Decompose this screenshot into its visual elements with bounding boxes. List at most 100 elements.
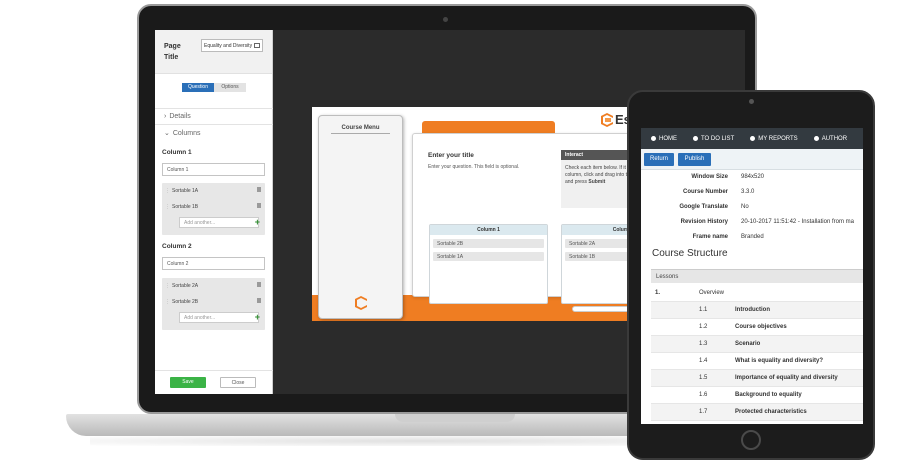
- nav-reports[interactable]: MY REPORTS: [750, 136, 798, 142]
- column-2-items: ⋮ Sortable 2A ⋮ Sortable 2B Add another.…: [162, 278, 265, 330]
- lesson-title: Overview: [699, 290, 725, 296]
- device-mockup: { "editor": { "page_title_label": "Page …: [0, 0, 911, 466]
- info-key: Frame name: [692, 234, 728, 240]
- add-item-input[interactable]: Add another...: [179, 312, 259, 323]
- info-row: Google Translate No: [641, 204, 863, 218]
- lesson-title: Protected characteristics: [735, 409, 807, 415]
- lesson-title: Background to equality: [735, 392, 802, 398]
- lesson-number: 1.2: [699, 324, 708, 330]
- info-row: Revision History 20-10-2017 11:51:42 - In…: [641, 219, 863, 233]
- brand-logo-icon: [601, 113, 613, 127]
- lesson-row[interactable]: 1.2 Course objectives: [651, 319, 863, 336]
- lesson-title: Scenario: [735, 341, 761, 347]
- lesson-row[interactable]: 1.7 Protected characteristics: [651, 404, 863, 421]
- lesson-row[interactable]: 1.3 Scenario: [651, 336, 863, 353]
- trash-icon[interactable]: [257, 203, 261, 208]
- column-1-items: ⋮ Sortable 1A ⋮ Sortable 1B Add another.…: [162, 183, 265, 235]
- save-button[interactable]: Save: [170, 377, 206, 388]
- drop-column-1[interactable]: Column 1 Sortable 2B Sortable 1A: [429, 224, 548, 304]
- drag-handle-icon[interactable]: ⋮: [165, 283, 170, 289]
- trash-icon[interactable]: [257, 282, 261, 287]
- nav-label: HOME: [659, 135, 677, 142]
- tab-question[interactable]: Question: [182, 83, 214, 92]
- add-item-plus-icon[interactable]: +: [255, 217, 260, 227]
- sortable-item[interactable]: ⋮ Sortable 1B: [162, 199, 265, 215]
- nav-label: AUTHOR: [821, 135, 848, 142]
- lesson-title: Importance of equality and diversity: [735, 375, 838, 381]
- column-2-name-input[interactable]: Column 2: [162, 257, 265, 270]
- page-title-label: Page Title: [164, 43, 181, 61]
- details-section[interactable]: › Details: [155, 108, 273, 124]
- add-item-input[interactable]: Add another...: [179, 217, 259, 228]
- page-title-input[interactable]: Equality and Diversity: [201, 39, 263, 52]
- lesson-number: 1.4: [699, 358, 708, 364]
- lesson-row[interactable]: 1. Overview: [651, 285, 863, 302]
- add-item-plus-icon[interactable]: +: [255, 312, 260, 322]
- text-format-icon[interactable]: [254, 43, 260, 48]
- sortable-item-label: Sortable 2A: [172, 283, 199, 289]
- publish-button[interactable]: Publish: [678, 153, 711, 166]
- column-1-name-input[interactable]: Column 1: [162, 163, 265, 176]
- author-icon: [813, 136, 819, 141]
- lesson-row[interactable]: 1.4 What is equality and diversity?: [651, 353, 863, 370]
- lesson-row[interactable]: 1.1 Introduction: [651, 302, 863, 319]
- info-key: Google Translate: [679, 204, 728, 210]
- instruction-text: and press: [565, 179, 587, 185]
- question-title: Enter your title: [428, 152, 474, 159]
- info-row: Frame name Branded: [641, 234, 863, 248]
- trash-icon[interactable]: [257, 298, 261, 303]
- info-value: Branded: [741, 234, 764, 240]
- instruction-line: and press Submit: [565, 179, 627, 186]
- drag-handle-icon[interactable]: ⋮: [165, 299, 170, 305]
- info-row: Course Number 3.3.0: [641, 189, 863, 203]
- lesson-title: Course objectives: [735, 324, 787, 330]
- nav-todo[interactable]: TO DO LIST: [693, 136, 734, 142]
- drag-handle-icon[interactable]: ⋮: [165, 204, 170, 210]
- nav-label: TO DO LIST: [701, 135, 735, 142]
- chevron-down-icon: ⌄: [164, 130, 170, 137]
- sortable-item[interactable]: ⋮ Sortable 2A: [162, 278, 265, 294]
- trash-icon[interactable]: [257, 187, 261, 192]
- close-button[interactable]: Close: [220, 377, 256, 388]
- lesson-row[interactable]: 1.6 Background to equality: [651, 387, 863, 404]
- question-subtitle: Enter your question. This field is optio…: [428, 164, 520, 170]
- course-menu[interactable]: Course Menu: [318, 115, 403, 319]
- nav-author[interactable]: AUTHOR: [813, 135, 848, 142]
- page-title-row: Page Title Equality and Diversity: [155, 30, 272, 74]
- draggable-card[interactable]: Sortable 1A: [433, 252, 544, 261]
- lesson-title: What is equality and diversity?: [735, 358, 824, 364]
- laptop-camera: [443, 17, 448, 22]
- columns-section[interactable]: ⌄ Columns: [155, 124, 273, 140]
- sortable-item-label: Sortable 1B: [172, 204, 199, 210]
- action-bar: Return Publish: [641, 149, 863, 170]
- panel-footer: Save Close: [155, 370, 273, 394]
- return-button[interactable]: Return: [644, 153, 674, 166]
- question-options-toggle: Question Options: [182, 83, 246, 92]
- sortable-item[interactable]: ⋮ Sortable 2B: [162, 294, 265, 310]
- lesson-number: 1.3: [699, 341, 708, 347]
- lesson-row[interactable]: 1.5 Importance of equality and diversity: [651, 370, 863, 387]
- details-label: Details: [169, 113, 191, 120]
- lesson-number: 1.5: [699, 375, 708, 381]
- course-menu-title: Course Menu: [331, 125, 390, 134]
- info-value: 984x520: [741, 174, 765, 180]
- lesson-number: 1.7: [699, 409, 708, 415]
- sortable-item-label: Sortable 2B: [172, 299, 199, 305]
- chevron-right-icon: ›: [164, 113, 167, 120]
- instruction-line: column, click and drag into t: [565, 172, 627, 178]
- sortable-item-label: Sortable 1A: [172, 188, 199, 194]
- sortable-item[interactable]: ⋮ Sortable 1A: [162, 183, 265, 199]
- tab-options[interactable]: Options: [214, 83, 246, 92]
- page-title-value: Equality and Diversity: [204, 43, 253, 49]
- lesson-title: Introduction: [735, 307, 770, 313]
- nav-home[interactable]: HOME: [651, 136, 677, 142]
- info-key: Revision History: [680, 219, 728, 225]
- instruction-line: Check each item below. If it: [565, 165, 626, 171]
- course-structure-title: Course Structure: [652, 248, 728, 259]
- info-row: Window Size 984x520: [641, 174, 863, 188]
- drag-handle-icon[interactable]: ⋮: [165, 188, 170, 194]
- laptop-notch: [395, 414, 515, 422]
- top-nav: HOME TO DO LIST MY REPORTS AUTHOR: [641, 128, 863, 149]
- editor-panel: Page Title Equality and Diversity Questi…: [155, 30, 273, 394]
- draggable-card[interactable]: Sortable 2B: [433, 239, 544, 248]
